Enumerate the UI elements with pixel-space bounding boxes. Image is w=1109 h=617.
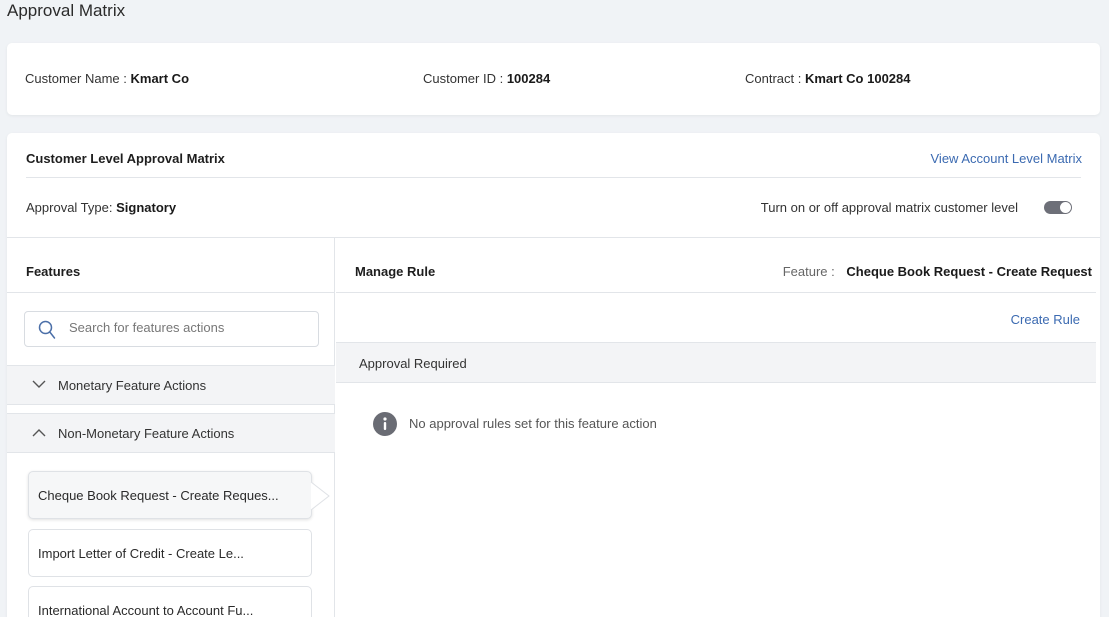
approval-matrix-toggle[interactable] (1044, 201, 1072, 214)
search-box (24, 311, 319, 347)
manage-rule-header: Manage Rule (355, 264, 436, 279)
approval-type-label: Approval Type: (26, 200, 113, 215)
features-header: Features (26, 264, 81, 279)
feature-item-import-letter-of-credit[interactable]: Import Letter of Credit - Create Le... (28, 529, 312, 577)
customer-info-card: Customer Name : Kmart Co Customer ID : 1… (7, 43, 1100, 115)
group-label: Monetary Feature Actions (58, 378, 207, 393)
feature-item-label: Cheque Book Request - Create Reques... (38, 488, 279, 503)
search-icon (38, 320, 56, 339)
contract-label: Contract : (745, 71, 802, 86)
contract-value: Kmart Co 100284 (804, 71, 911, 86)
customer-id-value: 100284 (506, 71, 551, 86)
page-title: Approval Matrix (7, 1, 126, 20)
approval-type: Approval Type: Signatory (26, 200, 176, 215)
view-account-level-matrix-link[interactable]: View Account Level Matrix (931, 151, 1083, 166)
feature-key: Feature : (782, 264, 835, 279)
group-label: Non-Monetary Feature Actions (58, 426, 235, 441)
create-rule-link[interactable]: Create Rule (1011, 312, 1080, 327)
toggle-label: Turn on or off approval matrix customer … (760, 200, 1018, 215)
customer-name: Customer Name : Kmart Co (25, 71, 189, 86)
customer-name-label: Customer Name : (25, 71, 127, 86)
chevron-up-icon (32, 429, 46, 437)
chevron-down-icon (32, 380, 46, 388)
approval-required-label: Approval Required (359, 356, 467, 371)
approval-type-value: Signatory (116, 200, 177, 215)
matrix-title: Customer Level Approval Matrix (26, 151, 225, 166)
group-monetary-feature-actions[interactable]: Monetary Feature Actions (7, 365, 335, 405)
selected-pointer-icon (310, 482, 330, 510)
manage-rule-pane: Manage Rule Feature : Cheque Book Reques… (336, 237, 1096, 617)
toggle-knob (1060, 202, 1071, 213)
divider (7, 292, 335, 293)
feature-value: Cheque Book Request - Create Request (846, 264, 1092, 279)
approval-required-bar: Approval Required (336, 342, 1096, 383)
empty-message: No approval rules set for this feature a… (409, 416, 657, 431)
divider (336, 292, 1096, 293)
selected-feature: Feature : Cheque Book Request - Create R… (783, 264, 1092, 279)
feature-item-label: International Account to Account Fu... (38, 603, 254, 617)
features-pane: Features Monetary Feature Actions Non-Mo… (7, 237, 335, 617)
customer-id-label: Customer ID : (423, 71, 504, 86)
feature-item-international-account-transfer[interactable]: International Account to Account Fu... (28, 586, 312, 617)
divider (26, 177, 1081, 178)
approval-matrix-card: Customer Level Approval Matrix View Acco… (7, 133, 1100, 617)
feature-item-cheque-book-request[interactable]: Cheque Book Request - Create Reques... (28, 471, 330, 519)
info-icon (373, 412, 397, 436)
contract: Contract : Kmart Co 100284 (745, 71, 910, 86)
feature-item-label: Import Letter of Credit - Create Le... (38, 546, 244, 561)
customer-id: Customer ID : 100284 (423, 71, 550, 86)
search-input[interactable] (69, 320, 309, 335)
group-non-monetary-feature-actions[interactable]: Non-Monetary Feature Actions (7, 413, 335, 453)
customer-name-value: Kmart Co (130, 71, 190, 86)
